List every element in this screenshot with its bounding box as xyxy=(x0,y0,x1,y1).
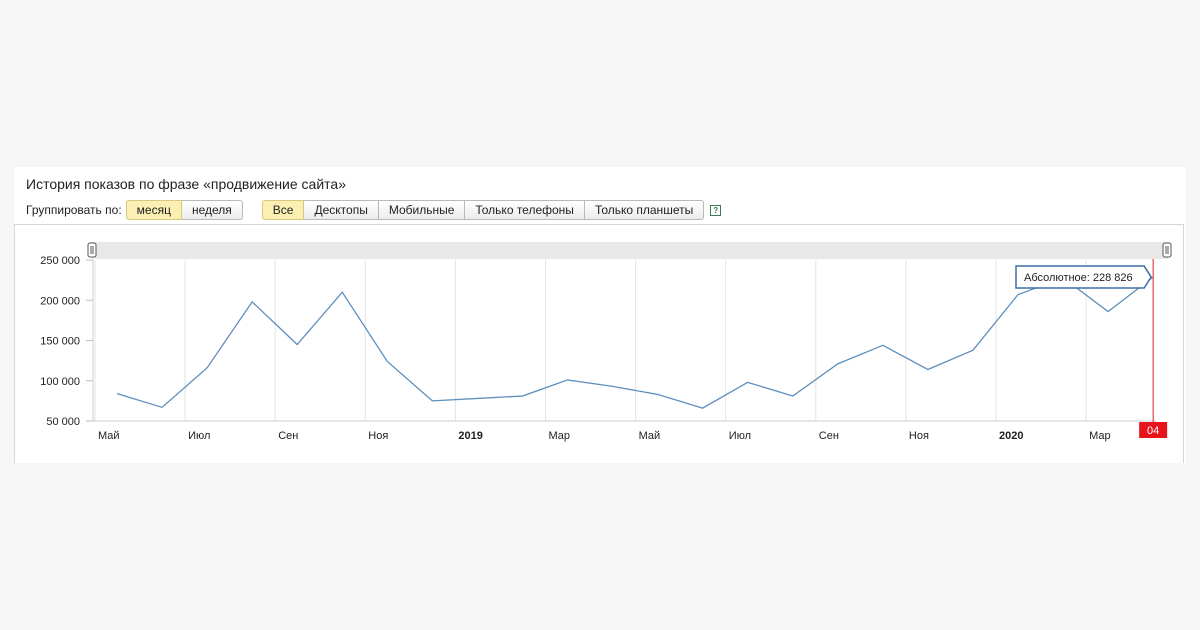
line-chart: 50 000 100 000 150 000 200 000 250 000 Май Июл… xyxy=(40,242,1172,442)
x-tick-label: Май xyxy=(98,430,120,442)
x-tick-label: Сен xyxy=(819,430,839,442)
x-tick-label: Июл xyxy=(729,430,751,442)
x-tick-label: Май xyxy=(639,430,661,442)
x-tick-label: 2020 xyxy=(999,430,1023,442)
y-tick-label: 100 000 xyxy=(40,376,80,388)
navigator-handle-left[interactable] xyxy=(87,242,97,258)
chart-panel: История показов по фразе «продвижение са… xyxy=(14,167,1186,463)
value-tooltip-text: Абсолютное: 228 826 xyxy=(1024,272,1133,284)
navigator-strip xyxy=(92,242,1168,259)
y-tick-label: 250 000 xyxy=(40,255,80,267)
x-tick-label: Мар xyxy=(549,430,571,442)
x-tick-label: 2019 xyxy=(458,430,482,442)
x-tick-label: Ноя xyxy=(909,430,929,442)
y-tick-label: 50 000 xyxy=(46,416,80,428)
series-line xyxy=(116,276,1154,409)
y-tick-label: 200 000 xyxy=(40,295,80,307)
x-tick-label: Мар xyxy=(1089,430,1111,442)
navigator-handle-right[interactable] xyxy=(1162,242,1172,258)
current-marker-label: 04 xyxy=(1147,425,1159,437)
x-tick-label: Ноя xyxy=(368,430,388,442)
y-tick-label: 150 000 xyxy=(40,336,80,348)
x-tick-label: Июл xyxy=(188,430,210,442)
x-tick-label: Сен xyxy=(278,430,298,442)
